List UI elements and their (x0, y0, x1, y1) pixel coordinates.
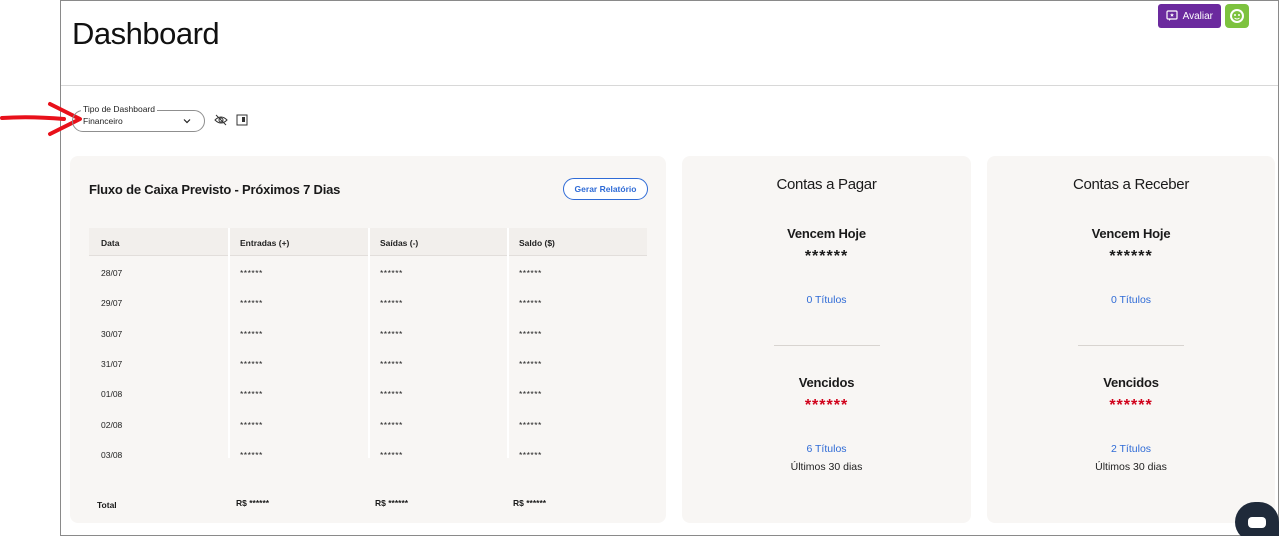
row-value: ****** (519, 268, 542, 278)
row-value: ****** (519, 359, 542, 369)
total-saldo: R$ ****** (513, 498, 547, 508)
column-header: Data (101, 238, 120, 248)
column-header: Entradas (+) (240, 238, 290, 248)
row-date: 01/08 (101, 389, 123, 399)
row-value: ****** (380, 298, 403, 308)
receivables-overdue-label: Vencidos (1103, 375, 1159, 390)
row-value: ****** (519, 298, 542, 308)
row-value: ****** (380, 389, 403, 399)
chat-widget-button[interactable] (1235, 502, 1279, 536)
payables-today-label: Vencem Hoje (787, 226, 866, 241)
row-value: ****** (380, 359, 403, 369)
payables-card: Contas a Pagar Vencem Hoje ****** 0 Títu… (682, 156, 971, 523)
row-value: ****** (380, 329, 403, 339)
receivables-today-value: ****** (1109, 248, 1153, 265)
top-actions: Avaliar (1157, 4, 1249, 28)
receivables-title: Contas a Receber (1072, 176, 1190, 193)
row-value: ****** (240, 329, 263, 339)
select-value: Financeiro (83, 116, 123, 126)
row-value: ****** (240, 298, 263, 308)
row-value: ****** (240, 359, 263, 369)
row-value: ****** (380, 268, 403, 278)
row-date: 29/07 (101, 298, 123, 308)
column-header: Saldo ($) (519, 238, 555, 248)
row-value: ****** (380, 450, 403, 460)
payables-title: Contas a Pagar (776, 176, 877, 193)
column-separator (368, 228, 370, 458)
column-separator (228, 228, 230, 458)
payables-overdue-note: Últimos 30 dias (790, 461, 863, 473)
row-value: ****** (240, 268, 263, 278)
total-label: Total (97, 500, 117, 510)
row-value: ****** (380, 420, 403, 430)
receivables-today-link[interactable]: 0 Títulos (987, 294, 1275, 306)
payables-overdue-label: Vencidos (798, 375, 855, 390)
row-value: ****** (519, 420, 542, 430)
page-title: Dashboard (72, 16, 220, 51)
layout-icon[interactable] (236, 114, 248, 126)
column-separator (507, 228, 509, 458)
row-date: 30/07 (101, 329, 123, 339)
avaliar-label: Avaliar (1182, 10, 1213, 22)
chevron-down-icon (183, 119, 191, 124)
header-divider (61, 85, 1278, 86)
row-date: 03/08 (101, 450, 123, 460)
payables-divider (773, 345, 880, 346)
receivables-overdue-note: Últimos 30 dias (1095, 461, 1167, 473)
generate-report-button[interactable]: Gerar Relatório (563, 178, 648, 200)
total-saidas: R$ ****** (375, 498, 409, 508)
receivables-overdue-value: ****** (1109, 397, 1153, 414)
row-date: 28/07 (101, 268, 123, 278)
receivables-card: Contas a Receber Vencem Hoje ****** 0 Tí… (987, 156, 1275, 523)
row-value: ****** (240, 450, 263, 460)
select-legend: Tipo de Dashboard (81, 104, 157, 114)
row-value: ****** (519, 389, 542, 399)
row-date: 31/07 (101, 359, 123, 369)
row-date: 02/08 (101, 420, 123, 430)
dashboard-type-select[interactable]: Tipo de Dashboard Financeiro (72, 104, 205, 132)
assistant-icon (1230, 9, 1244, 23)
row-value: ****** (240, 389, 263, 399)
column-header: Saídas (-) (380, 238, 419, 248)
payables-today-link[interactable]: 0 Títulos (682, 294, 971, 306)
payables-today-value: ****** (804, 248, 849, 265)
cash-flow-title: Fluxo de Caixa Previsto - Próximos 7 Dia… (89, 182, 341, 197)
cash-flow-card: Fluxo de Caixa Previsto - Próximos 7 Dia… (70, 156, 666, 523)
chat-icon (1248, 517, 1266, 528)
receivables-today-label: Vencem Hoje (1091, 226, 1171, 241)
row-value: ****** (519, 450, 542, 460)
payables-overdue-link[interactable]: 6 Títulos (682, 443, 971, 455)
payables-overdue-value: ****** (804, 397, 849, 414)
avaliar-button[interactable]: Avaliar (1157, 4, 1221, 28)
feedback-icon (1166, 10, 1178, 21)
receivables-overdue-link[interactable]: 2 Títulos (987, 443, 1275, 455)
receivables-divider (1078, 345, 1184, 346)
row-value: ****** (240, 420, 263, 430)
eye-off-icon[interactable] (214, 114, 228, 126)
row-value: ****** (519, 329, 542, 339)
assistant-button[interactable] (1225, 4, 1249, 28)
total-entradas: R$ ****** (236, 498, 270, 508)
